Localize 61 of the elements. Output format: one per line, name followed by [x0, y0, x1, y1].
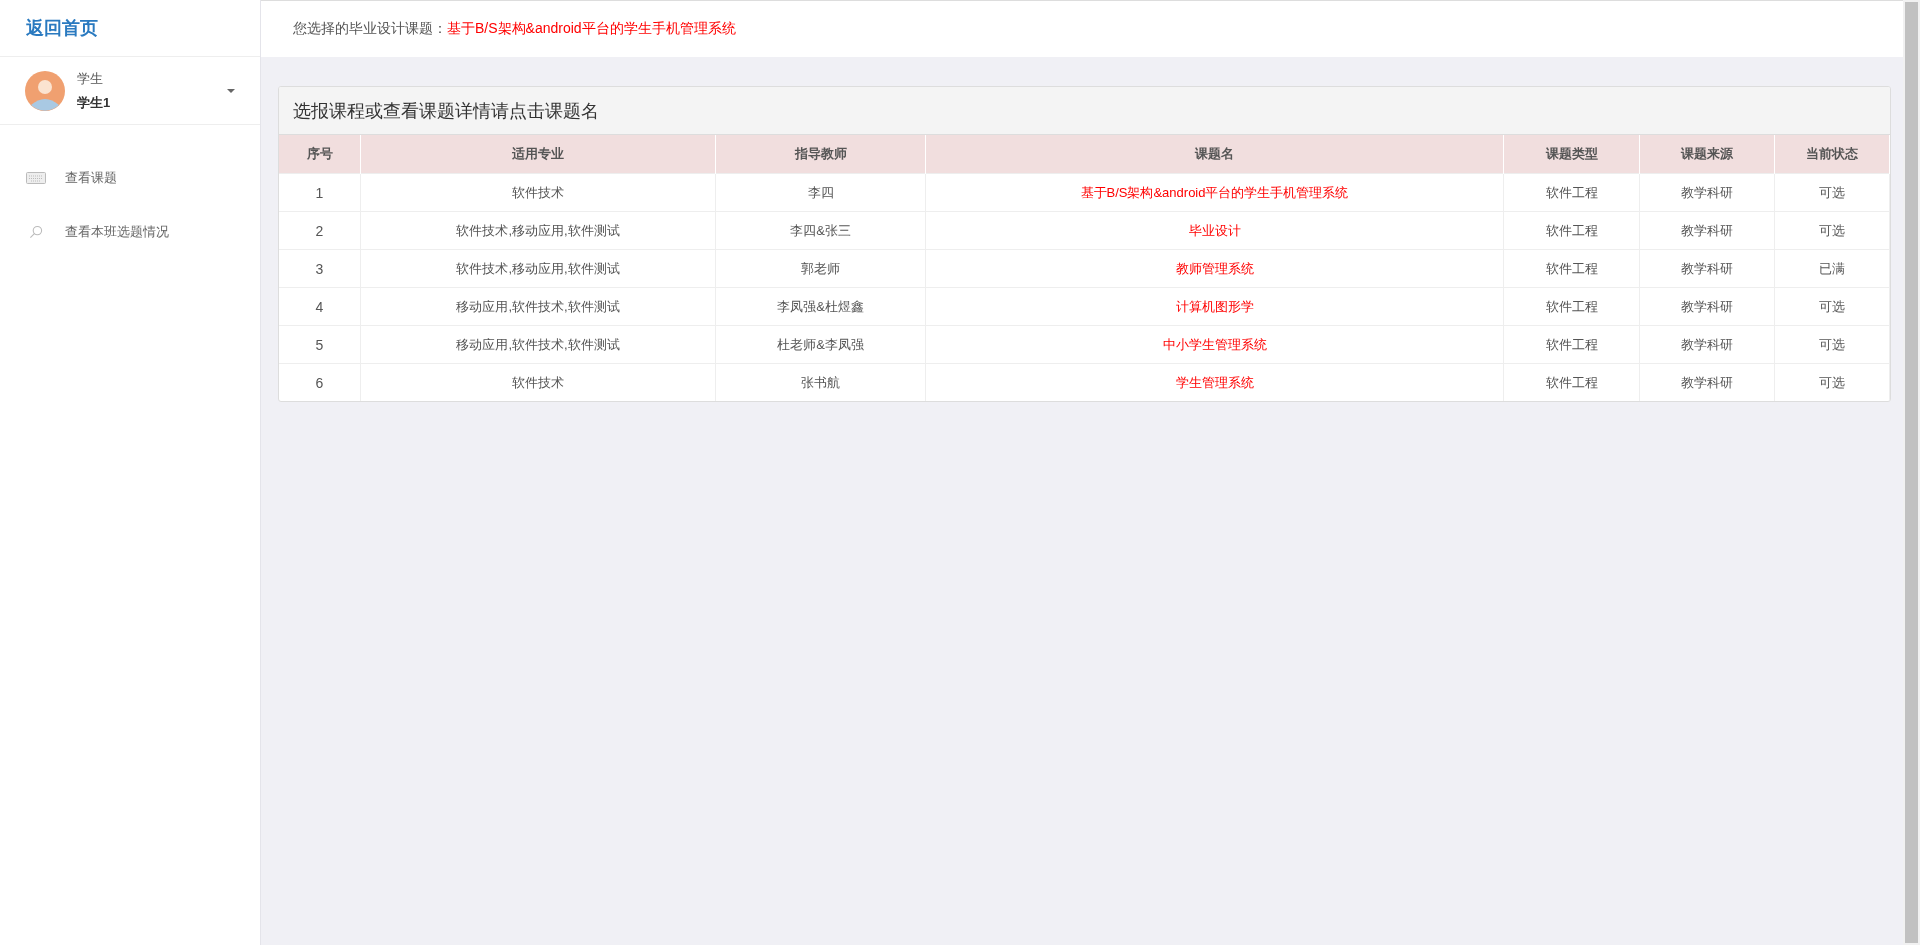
table-cell: 教学科研: [1681, 184, 1733, 200]
table-cell: 软件工程: [1545, 222, 1598, 238]
table-cell: 杜老师&李凤强: [777, 336, 864, 352]
table-cell: 软件工程: [1545, 184, 1598, 200]
column-header: 适用专业: [360, 135, 716, 174]
table-cell: 教学科研: [1681, 336, 1733, 352]
topic-link[interactable]: 基于B/S架构&android平台的学生手机管理系统: [1080, 184, 1349, 200]
table-cell: 软件工程: [1545, 336, 1598, 352]
table-cell: 软件工程: [1545, 298, 1598, 314]
topic-link[interactable]: 学生管理系统: [1175, 374, 1254, 390]
table-cell: 软件工程: [1545, 260, 1598, 276]
avatar-icon: [25, 70, 65, 111]
caret-icon[interactable]: [227, 88, 235, 93]
table-cell: 可选: [1819, 374, 1845, 390]
table-cell: 4: [315, 298, 324, 315]
table-cell: 李凤强&杜煜鑫: [777, 298, 864, 314]
column-header: 指导教师: [715, 135, 926, 174]
table-cell: 6: [315, 374, 324, 391]
user-name: 学生1: [77, 93, 111, 112]
table-cell: 张书航: [801, 374, 840, 390]
table-cell: 软件技术,移动应用,软件测试: [456, 222, 620, 238]
selected-topic-label: 您选择的毕业设计课题：: [293, 20, 447, 38]
table-cell: 教学科研: [1681, 260, 1733, 276]
selected-topic-link[interactable]: 基于B/S架构&android平台的学生手机管理系统: [447, 20, 736, 38]
table-cell: 3: [315, 260, 324, 277]
table-cell: 软件工程: [1545, 374, 1598, 390]
table-cell: 可选: [1819, 336, 1845, 352]
menu-item[interactable]: 查看课题: [0, 151, 260, 205]
panel-title: 选报课程或查看课题详情请点击课题名: [279, 87, 1890, 135]
topic-link[interactable]: 计算机图形学: [1175, 298, 1254, 314]
table-cell: 5: [315, 336, 324, 353]
table-cell: 李四: [807, 184, 834, 200]
table-cell: 移动应用,软件技术,软件测试: [456, 298, 620, 314]
table-cell: 已满: [1819, 260, 1845, 276]
column-header: 序号: [279, 135, 361, 174]
table-cell: 软件技术,移动应用,软件测试: [456, 260, 620, 276]
table-cell: 可选: [1819, 222, 1845, 238]
table-cell: 软件技术: [512, 184, 564, 200]
menu-item[interactable]: 查看本班选题情况: [0, 205, 260, 259]
scrollbar[interactable]: [1903, 0, 1920, 945]
table-cell: 移动应用,软件技术,软件测试: [456, 336, 620, 352]
table-cell: 教学科研: [1681, 298, 1733, 314]
column-header: 当前状态: [1774, 135, 1890, 174]
table-cell: 软件技术: [512, 374, 564, 390]
column-header: 课题类型: [1503, 135, 1640, 174]
table-cell: 可选: [1819, 184, 1845, 200]
user-role: 学生: [77, 69, 104, 88]
table-cell: 郭老师: [801, 260, 840, 276]
topic-link[interactable]: 毕业设计: [1188, 222, 1241, 238]
column-header: 课题来源: [1639, 135, 1775, 174]
topic-link[interactable]: 教师管理系统: [1175, 260, 1254, 276]
topic-link[interactable]: 中小学生管理系统: [1162, 336, 1267, 352]
home-link[interactable]: 返回首页: [26, 16, 98, 40]
table-cell: 李四&张三: [790, 222, 851, 238]
table-cell: 1: [315, 184, 324, 201]
table-cell: 可选: [1819, 298, 1845, 314]
table-cell: 教学科研: [1681, 222, 1733, 238]
table-cell: 教学科研: [1681, 374, 1733, 390]
column-header: 课题名: [925, 135, 1504, 174]
keyboard-icon: [26, 171, 46, 185]
table-cell: 2: [315, 222, 324, 239]
